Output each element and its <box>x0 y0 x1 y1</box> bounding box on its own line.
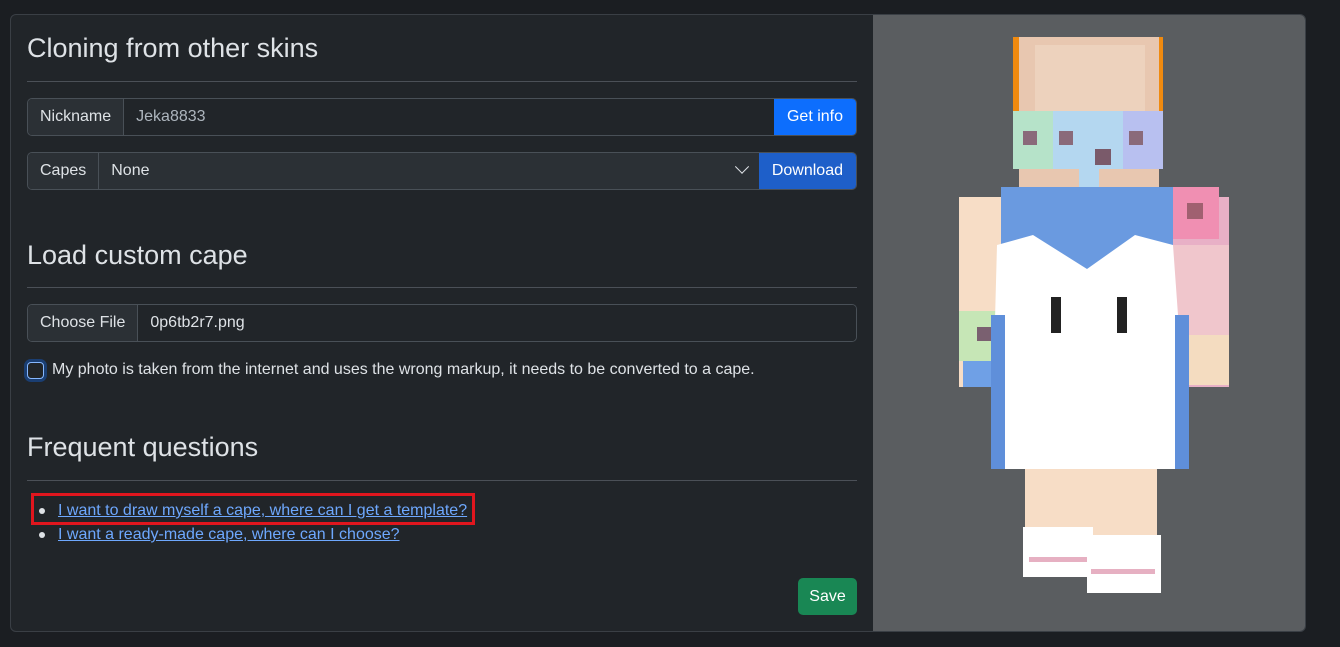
faq-link-ready-made[interactable]: I want a ready-made cape, where can I ch… <box>58 526 400 544</box>
clone-section-title: Cloning from other skins <box>27 33 319 63</box>
convert-checkbox[interactable] <box>27 361 44 379</box>
capes-select[interactable]: None <box>99 153 759 189</box>
bullet-icon <box>39 532 45 538</box>
highlight-box <box>31 493 475 525</box>
skin-character-image <box>959 37 1229 593</box>
capes-group: Capes None Download <box>27 152 857 190</box>
divider <box>27 287 857 288</box>
divider <box>27 81 857 82</box>
convert-checkbox-label[interactable]: My photo is taken from the internet and … <box>52 361 755 379</box>
faq-section-title: Frequent questions <box>27 432 259 462</box>
nickname-group: Nickname Jeka8833 Get info <box>27 98 857 136</box>
nickname-input[interactable]: Jeka8833 <box>124 99 774 135</box>
choose-file-button[interactable]: Choose File <box>28 305 139 341</box>
file-group: Choose File 0p6tb2r7.png <box>27 304 857 342</box>
capes-label: Capes <box>28 153 100 189</box>
capes-selected-value: None <box>111 162 150 179</box>
download-button[interactable]: Download <box>758 153 856 189</box>
file-name: 0p6tb2r7.png <box>138 305 856 341</box>
nickname-label: Nickname <box>28 99 125 135</box>
get-info-button[interactable]: Get info <box>773 99 856 135</box>
form-panel: Cloning from other skins Nickname Jeka88… <box>11 15 873 631</box>
divider <box>27 480 857 481</box>
skin-preview[interactable] <box>873 15 1305 631</box>
list-item: I want a ready-made cape, where can I ch… <box>39 523 467 547</box>
chevron-down-icon <box>734 159 749 174</box>
custom-cape-section-title: Load custom cape <box>27 240 248 270</box>
save-button[interactable]: Save <box>798 578 857 615</box>
editor-card: Cloning from other skins Nickname Jeka88… <box>10 14 1306 632</box>
convert-checkbox-row: My photo is taken from the internet and … <box>27 361 755 379</box>
